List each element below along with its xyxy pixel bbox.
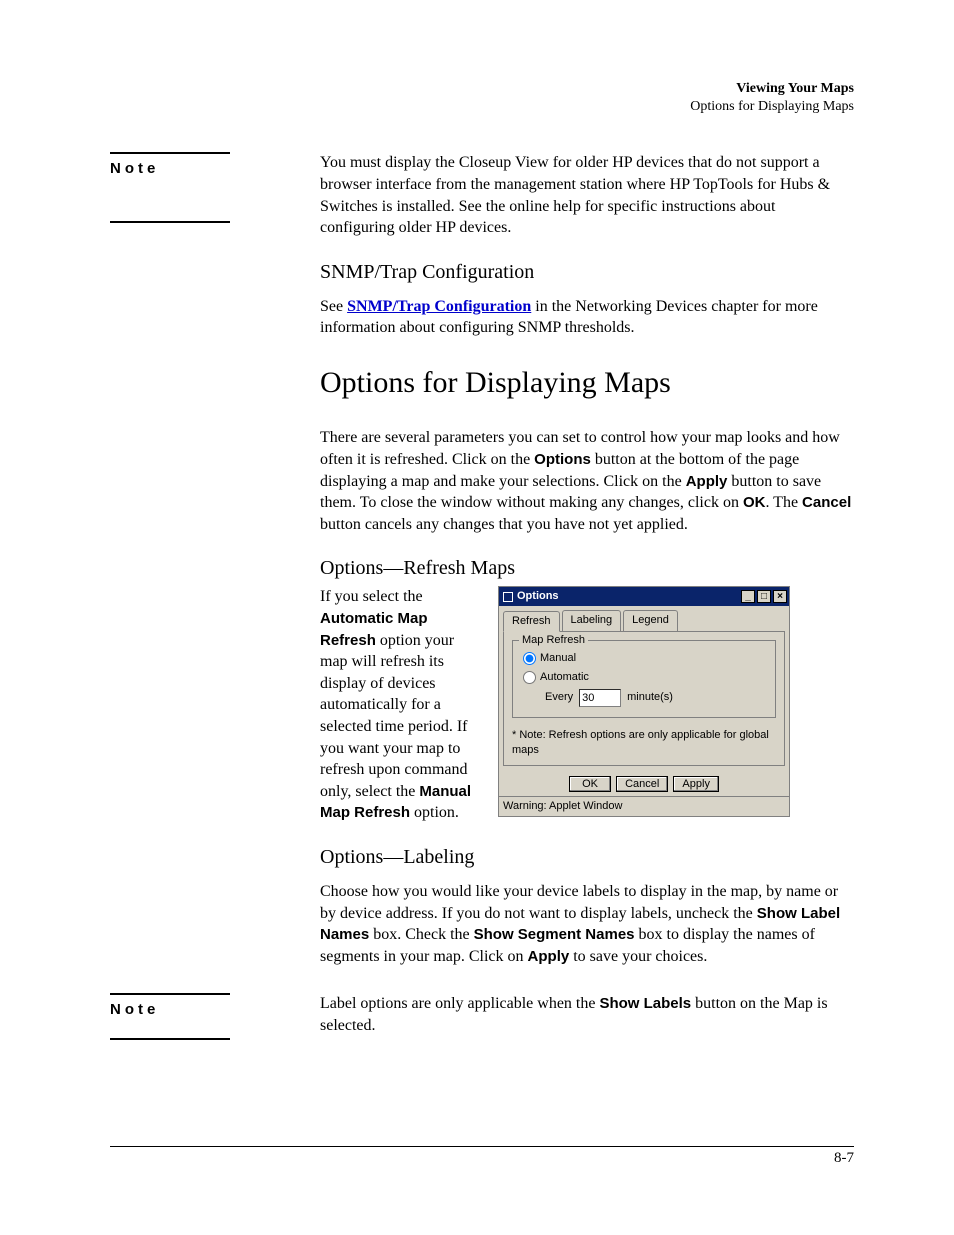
note-body: You must display the Closeup View for ol… [320, 152, 854, 979]
dialog-buttons: OK Cancel Apply [499, 770, 789, 796]
tab-refresh[interactable]: Refresh [503, 611, 560, 632]
refresh-t2: option your map will refresh its display… [320, 632, 468, 800]
radio-automatic[interactable] [523, 671, 536, 684]
labeling-b3: Apply [528, 948, 570, 965]
intro-b3: OK [743, 494, 766, 511]
note2-b1: Show Labels [599, 995, 691, 1012]
radio-auto-label: Automatic [540, 670, 589, 685]
refresh-t1: If you select the [320, 588, 423, 605]
page-number: 8-7 [834, 1150, 854, 1167]
every-row: Every minute(s) [545, 689, 767, 707]
cancel-button[interactable]: Cancel [616, 776, 668, 792]
map-refresh-group: Map Refresh Manual Automatic Every [512, 640, 776, 718]
labeling-t2: box. Check the [369, 926, 473, 943]
every-label: Every [545, 690, 573, 705]
header-subtitle: Options for Displaying Maps [110, 98, 854, 116]
options-dialog: Options _ □ × Refresh Labeling Legend Ma… [498, 586, 790, 817]
every-unit: minute(s) [627, 690, 673, 705]
intro-t5: button cancels any changes that you have… [320, 516, 688, 533]
refresh-heading: Options—Refresh Maps [320, 555, 854, 582]
note-side: Note [110, 152, 320, 223]
radio-manual[interactable] [523, 652, 536, 665]
maximize-button[interactable]: □ [757, 590, 771, 603]
note-block-2: Note Label options are only applicable w… [110, 993, 854, 1048]
snmp-paragraph: See SNMP/Trap Configuration in the Netwo… [320, 296, 854, 339]
note2-side: Note [110, 993, 320, 1040]
running-header: Viewing Your Maps Options for Displaying… [110, 80, 854, 116]
note2-paragraph: Label options are only applicable when t… [320, 993, 854, 1036]
radio-manual-row[interactable]: Manual [523, 651, 767, 666]
apply-button[interactable]: Apply [673, 776, 719, 792]
note2-label: Note [110, 993, 230, 1040]
note-label: Note [110, 152, 230, 223]
dialog-tabpanel: Map Refresh Manual Automatic Every [503, 631, 785, 766]
note-block-1: Note You must display the Closeup View f… [110, 152, 854, 979]
close-button[interactable]: × [773, 590, 787, 603]
labeling-t4: to save your choices. [569, 948, 707, 965]
group-legend: Map Refresh [519, 633, 588, 648]
labeling-b2: Show Segment Names [474, 926, 635, 943]
dialog-footnote: * Note: Refresh options are only applica… [512, 728, 776, 758]
intro-paragraph: There are several parameters you can set… [320, 427, 854, 535]
note2-body: Label options are only applicable when t… [320, 993, 854, 1048]
app-icon [503, 592, 513, 602]
note2-t1: Label options are only applicable when t… [320, 995, 599, 1012]
ok-button[interactable]: OK [569, 776, 611, 792]
dialog-tabs: Refresh Labeling Legend [499, 606, 789, 631]
intro-b4: Cancel [802, 494, 851, 511]
refresh-text: If you select the Automatic Map Refresh … [320, 586, 480, 824]
snmp-heading: SNMP/Trap Configuration [320, 259, 854, 286]
note1-text: You must display the Closeup View for ol… [320, 152, 854, 238]
dialog-title: Options [517, 589, 739, 604]
labeling-heading: Options—Labeling [320, 844, 854, 871]
page-footer-rule [110, 1146, 854, 1147]
minimize-button[interactable]: _ [741, 590, 755, 603]
refresh-t3: option. [410, 804, 459, 821]
radio-auto-row[interactable]: Automatic [523, 670, 767, 685]
section-title: Options for Displaying Maps [320, 363, 854, 404]
radio-manual-label: Manual [540, 651, 576, 666]
tab-labeling[interactable]: Labeling [562, 610, 622, 631]
header-title: Viewing Your Maps [110, 80, 854, 98]
intro-b2: Apply [686, 473, 728, 490]
tab-legend[interactable]: Legend [623, 610, 678, 631]
refresh-row: If you select the Automatic Map Refresh … [320, 586, 854, 824]
snmp-prefix: See [320, 298, 347, 315]
dialog-status: Warning: Applet Window [499, 796, 789, 816]
dialog-titlebar[interactable]: Options _ □ × [499, 587, 789, 606]
every-input[interactable] [579, 689, 621, 707]
intro-b1: Options [534, 451, 591, 468]
intro-t4: . The [765, 494, 802, 511]
document-page: Viewing Your Maps Options for Displaying… [0, 0, 954, 1235]
snmp-link[interactable]: SNMP/Trap Configuration [347, 298, 531, 315]
labeling-paragraph: Choose how you would like your device la… [320, 881, 854, 967]
